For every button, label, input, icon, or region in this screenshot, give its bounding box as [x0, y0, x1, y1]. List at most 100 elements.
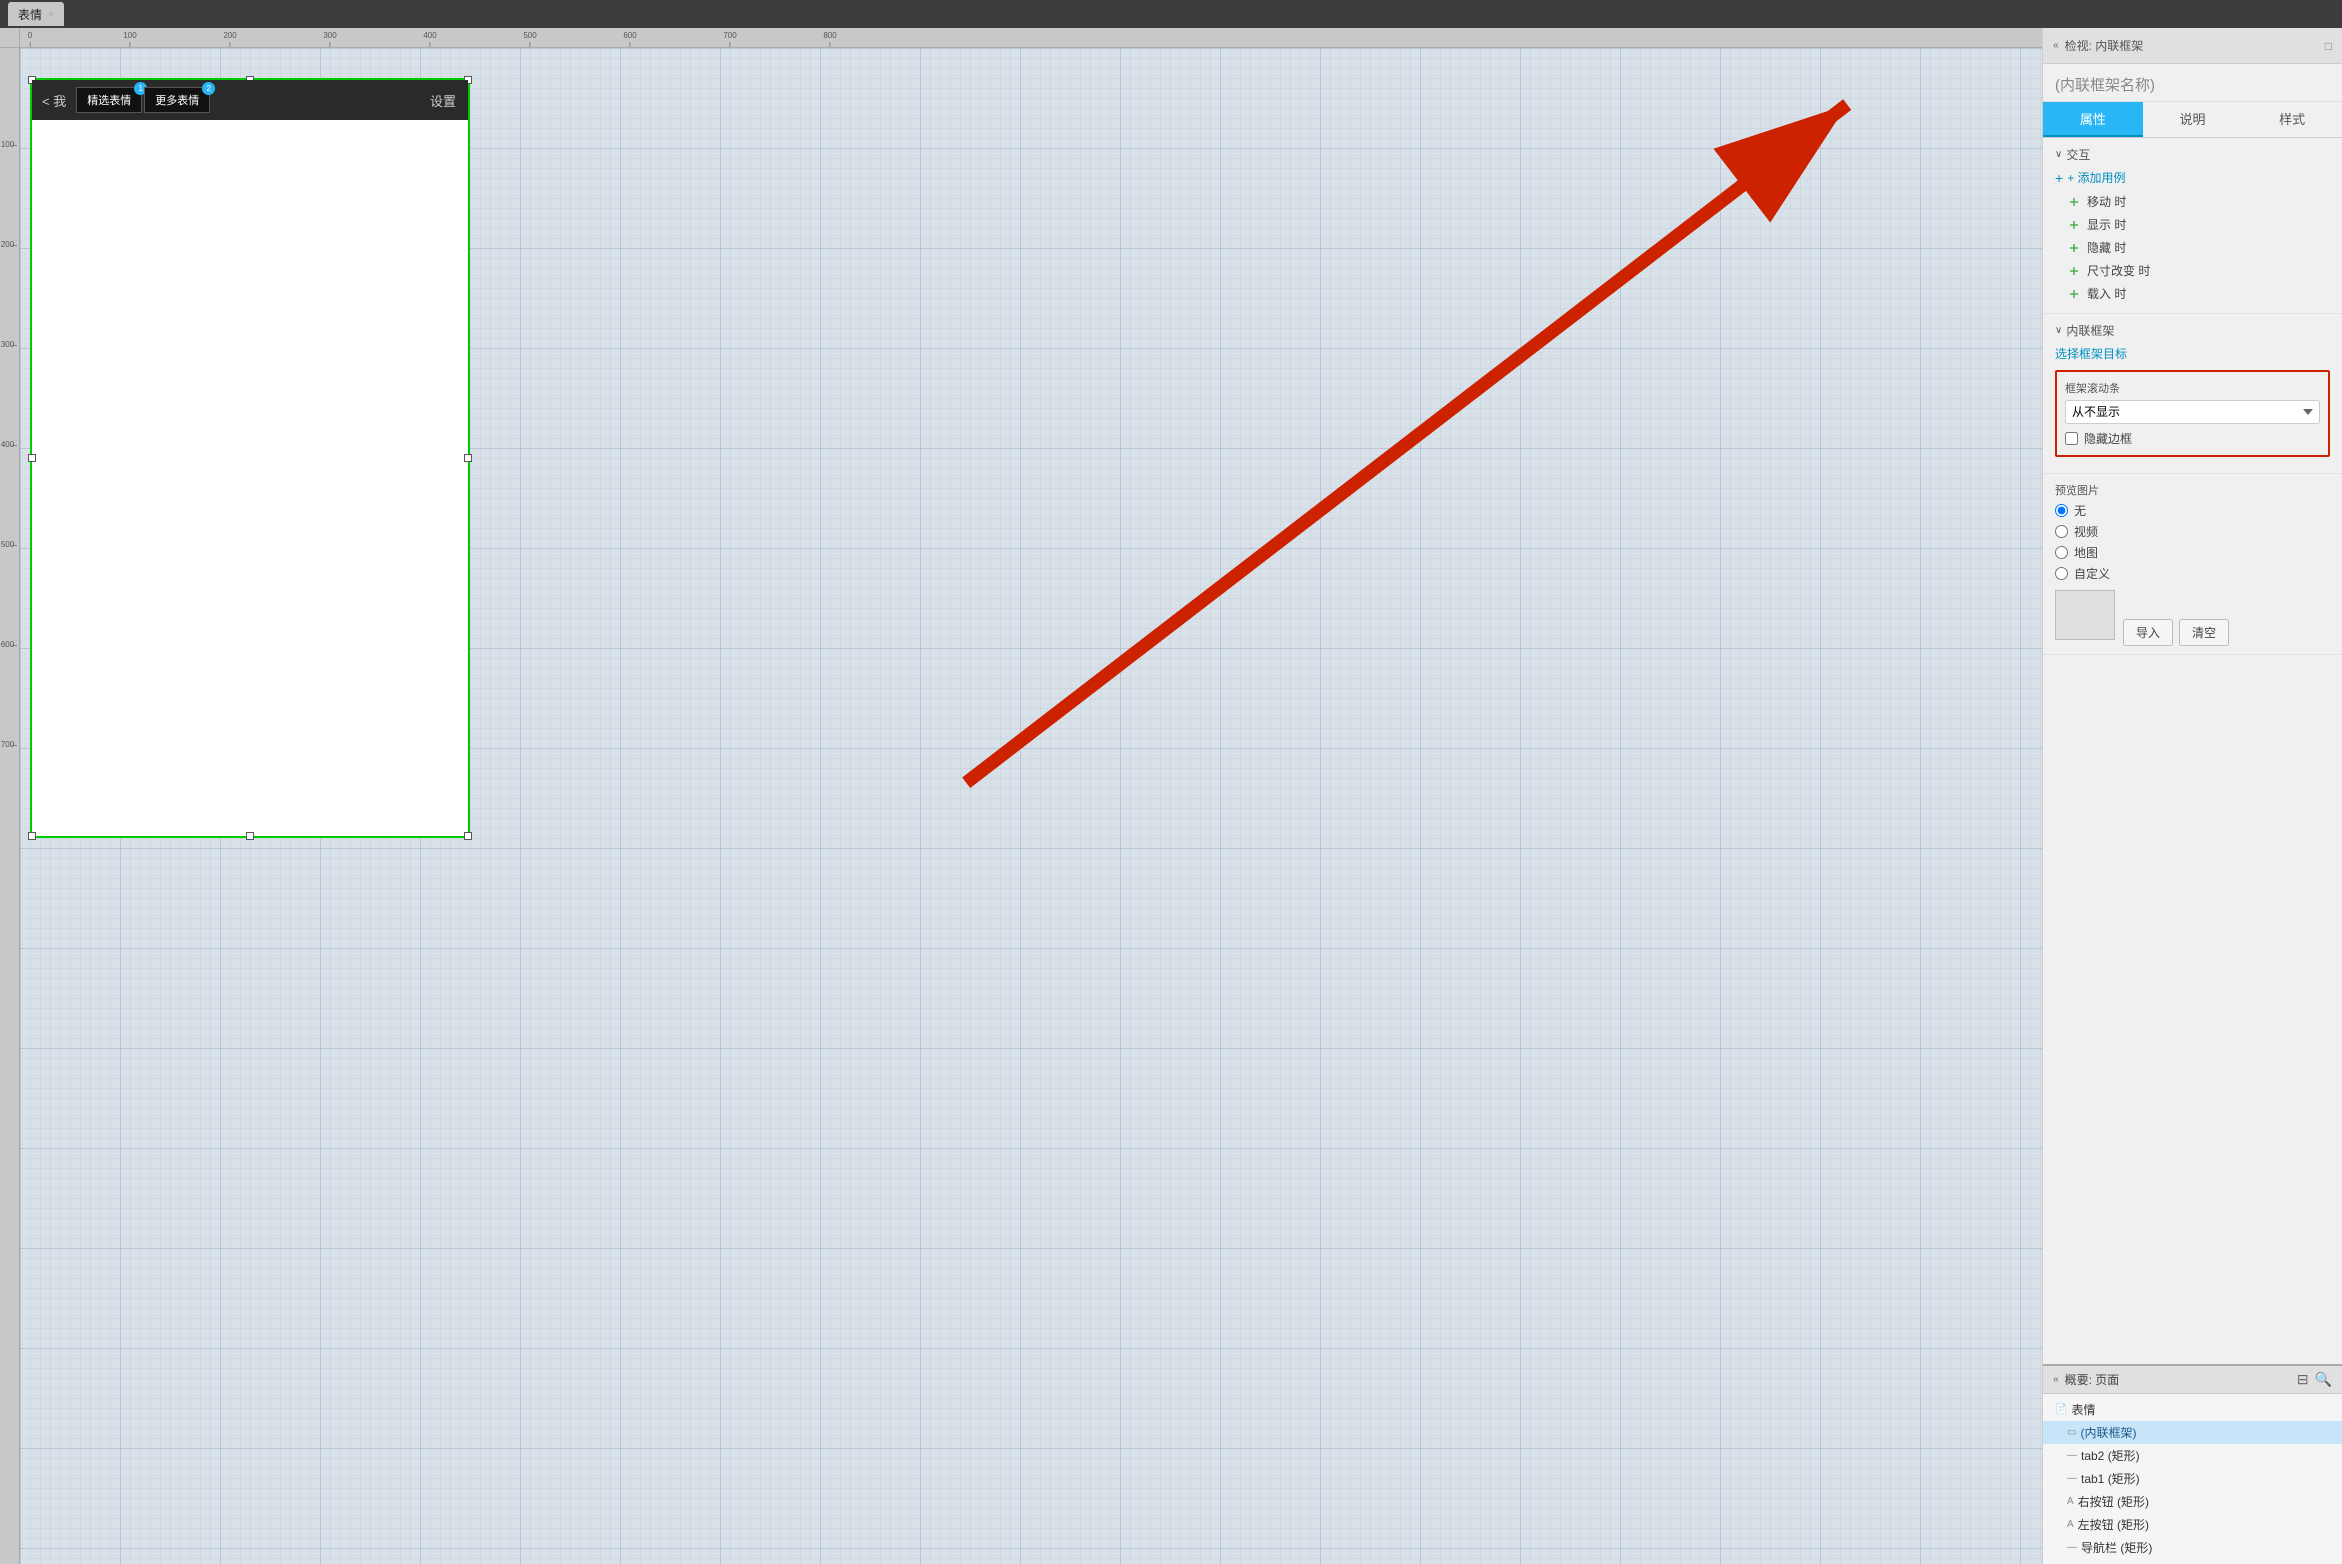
- panel-collapse-button[interactable]: □: [2325, 39, 2332, 53]
- panel-tabs: 属性 说明 样式: [2043, 102, 2342, 138]
- add-use-case-button[interactable]: + + 添加用例: [2055, 169, 2330, 186]
- ruler-tick-500: 500: [523, 31, 536, 47]
- tab-expression[interactable]: 表情 ×: [8, 2, 64, 26]
- preview-label-custom: 自定义: [2074, 565, 2110, 582]
- filter-icon[interactable]: ⊟: [2297, 1371, 2309, 1388]
- ruler-corner: [0, 28, 20, 48]
- scrollbar-settings-box: 框架滚动条 从不显示自动显示总是显示 隐藏边框: [2055, 370, 2330, 457]
- ruler-top: 0 100 200 300 400: [20, 28, 2042, 48]
- panel-content: ∨ 交互 + + 添加用例 移动 时: [2043, 138, 2342, 1364]
- interaction-item-resize[interactable]: 尺寸改变 时: [2055, 259, 2330, 282]
- outline-item-tab2[interactable]: — tab2 (矩形): [2043, 1444, 2342, 1467]
- ruler-left: 100 200 300 400 500: [0, 48, 20, 1564]
- resize-trigger-icon: [2067, 264, 2081, 278]
- interaction-section-header[interactable]: ∨ 交互: [2055, 146, 2330, 163]
- ruler-tick-600: 600: [623, 31, 636, 47]
- tab-close-icon[interactable]: ×: [48, 9, 54, 20]
- search-icon[interactable]: 🔍: [2315, 1371, 2332, 1388]
- preview-label-map: 地图: [2074, 544, 2098, 561]
- move-trigger-icon: [2067, 195, 2081, 209]
- outline-item-navbar[interactable]: — 导航栏 (矩形): [2043, 1536, 2342, 1559]
- import-button[interactable]: 导入: [2123, 619, 2173, 646]
- bottom-panel-title-row: « 概要: 页面: [2053, 1371, 2119, 1388]
- interaction-item-show[interactable]: 显示 时: [2055, 213, 2330, 236]
- panel-title-row: « 检视: 内联框架: [2053, 37, 2143, 54]
- ruler-left-tick-700: 700: [3, 738, 17, 753]
- inline-frame-name: (内联框架名称): [2043, 64, 2342, 102]
- interaction-item-load[interactable]: 载入 时: [2055, 282, 2330, 305]
- panel-chevron-icon[interactable]: «: [2053, 40, 2059, 51]
- hide-border-row: 隐藏边框: [2065, 430, 2320, 447]
- preview-label-none: 无: [2074, 502, 2086, 519]
- inline-frame-chevron-icon: ∨: [2055, 325, 2062, 336]
- interaction-hide-label: 隐藏 时: [2087, 239, 2126, 256]
- interaction-item-move[interactable]: 移动 时: [2055, 190, 2330, 213]
- ruler-left-tick-600: 600: [3, 638, 17, 653]
- main-area: 0 100 200 300 400: [0, 28, 2342, 1564]
- top-tab-bar: 表情 ×: [0, 0, 2342, 28]
- preview-radio-custom[interactable]: [2055, 567, 2068, 580]
- bottom-panel-chevron-icon[interactable]: «: [2053, 1374, 2059, 1385]
- widget-tab2-btn[interactable]: 更多表情 2: [144, 87, 210, 113]
- preview-header: 预览图片: [2055, 482, 2330, 498]
- interaction-move-label: 移动 时: [2087, 193, 2126, 210]
- preview-option-map: 地图: [2055, 544, 2330, 561]
- handle-middle-left[interactable]: [28, 454, 36, 462]
- bottom-panel-header: « 概要: 页面 ⊟ 🔍: [2043, 1366, 2342, 1394]
- outline-label-biaojing: 表情: [2071, 1401, 2095, 1418]
- tab-style[interactable]: 样式: [2242, 102, 2342, 137]
- widget-tab1-label: 精选表情: [76, 87, 142, 113]
- scrollbar-label: 框架滚动条: [2065, 380, 2320, 396]
- widget-back-button[interactable]: < 我: [32, 91, 76, 110]
- interaction-label: 交互: [2066, 146, 2090, 163]
- panel-inspect-label: 检视: 内联框架: [2065, 37, 2144, 54]
- inline-frame-icon: ▭: [2067, 1427, 2076, 1438]
- canvas-container: 0 100 200 300 400: [0, 28, 2042, 1564]
- ruler-tick-0: 0: [28, 31, 32, 47]
- preview-option-video: 视频: [2055, 523, 2330, 540]
- inline-frame-section-header[interactable]: ∨ 内联框架: [2055, 322, 2330, 339]
- page-icon: 📄: [2055, 1404, 2067, 1415]
- outline-item-left-btn[interactable]: A 左按钮 (矩形): [2043, 1513, 2342, 1536]
- scrollbar-select[interactable]: 从不显示自动显示总是显示: [2065, 400, 2320, 424]
- inline-frame-section-label: 内联框架: [2066, 322, 2114, 339]
- widget-tab2-label: 更多表情: [144, 87, 210, 113]
- tab-description[interactable]: 说明: [2143, 102, 2243, 137]
- hide-border-checkbox[interactable]: [2065, 432, 2078, 445]
- preview-radio-map[interactable]: [2055, 546, 2068, 559]
- handle-bottom-left[interactable]: [28, 832, 36, 840]
- ruler-tick-200: 200: [223, 31, 236, 47]
- outline-label-tab1: tab1 (矩形): [2081, 1470, 2140, 1487]
- canvas-grid[interactable]: < 我 精选表情 1 更多表情 2 设置: [20, 48, 2042, 1564]
- widget-settings-label[interactable]: 设置: [418, 91, 468, 110]
- outline-item-right-btn[interactable]: A 右按钮 (矩形): [2043, 1490, 2342, 1513]
- outline-label-left-btn: 左按钮 (矩形): [2078, 1516, 2149, 1533]
- handle-bottom-center[interactable]: [246, 832, 254, 840]
- hide-trigger-icon: [2067, 241, 2081, 255]
- outline-label-right-btn: 右按钮 (矩形): [2078, 1493, 2149, 1510]
- handle-bottom-right[interactable]: [464, 832, 472, 840]
- widget-tab1-btn[interactable]: 精选表情 1: [76, 87, 142, 113]
- bottom-panel-title: 概要: 页面: [2065, 1371, 2120, 1388]
- handle-middle-right[interactable]: [464, 454, 472, 462]
- ruler-left-tick-500: 500: [3, 538, 17, 553]
- interaction-resize-label: 尺寸改变 时: [2087, 262, 2150, 279]
- bottom-panel: « 概要: 页面 ⊟ 🔍 📄 表情 ▭ (内联框架) —: [2043, 1364, 2342, 1564]
- select-frame-target-link[interactable]: 选择框架目标: [2055, 345, 2330, 362]
- navbar-icon: —: [2067, 1542, 2077, 1553]
- ruler-left-tick-200: 200: [3, 238, 17, 253]
- panel-header: « 检视: 内联框架 □: [2043, 28, 2342, 64]
- interaction-item-hide[interactable]: 隐藏 时: [2055, 236, 2330, 259]
- preview-radio-none[interactable]: [2055, 504, 2068, 517]
- outline-item-inline-frame[interactable]: ▭ (内联框架): [2043, 1421, 2342, 1444]
- interaction-section: ∨ 交互 + + 添加用例 移动 时: [2043, 138, 2342, 314]
- canvas-scroll[interactable]: 0 100 200 300 400: [0, 28, 2042, 1564]
- outline-item-biaojing[interactable]: 📄 表情: [2043, 1398, 2342, 1421]
- inline-frame-widget[interactable]: < 我 精选表情 1 更多表情 2 设置: [30, 78, 470, 838]
- tab-properties[interactable]: 属性: [2043, 102, 2143, 137]
- ruler-left-tick-300: 300: [3, 338, 17, 353]
- clear-button[interactable]: 清空: [2179, 619, 2229, 646]
- preview-radio-video[interactable]: [2055, 525, 2068, 538]
- outline-item-tab1[interactable]: — tab1 (矩形): [2043, 1467, 2342, 1490]
- add-icon: +: [2055, 170, 2063, 186]
